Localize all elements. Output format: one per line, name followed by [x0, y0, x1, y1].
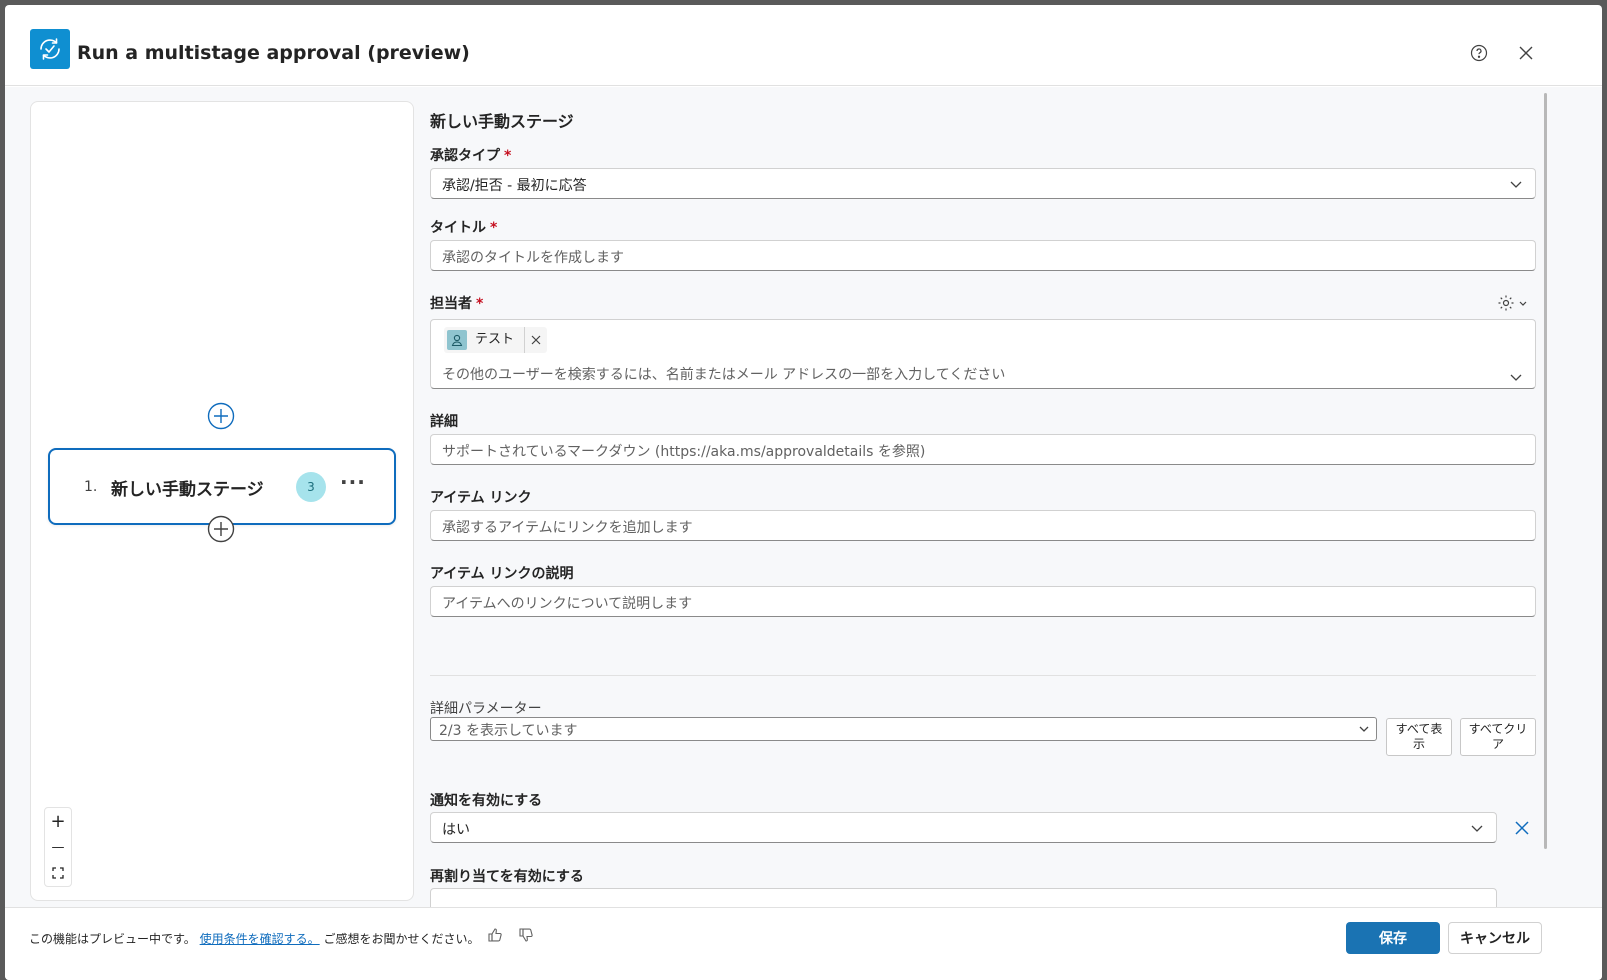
show-all-line2: 示: [1412, 737, 1425, 751]
question-circle-icon[interactable]: [1467, 41, 1491, 65]
show-all-line1: すべて表: [1395, 722, 1443, 736]
preview-notice: この機能はプレビュー中です。 使用条件を確認する。 ご感想をお聞かせください。: [29, 930, 480, 947]
stage-canvas: 1. 新しい手動ステージ 3 ··· + —: [30, 101, 414, 901]
scrollbar[interactable]: [1544, 93, 1547, 849]
chevron-down-icon: [1471, 825, 1483, 832]
stage-number: 1.: [84, 479, 98, 495]
zoom-in-button[interactable]: +: [45, 808, 71, 834]
remove-parameter-icon[interactable]: [1515, 820, 1529, 839]
notifications-select[interactable]: はい: [430, 812, 1497, 843]
approval-type-label: 承認タイプ *: [430, 148, 512, 164]
item-link-label: アイテム リンク: [430, 490, 532, 506]
user-icon: [447, 330, 467, 350]
notifications-label: 通知を有効にする: [430, 793, 543, 809]
details-label: 詳細: [430, 414, 458, 430]
chevron-down-icon: [1510, 374, 1522, 381]
notifications-value: はい: [442, 822, 470, 838]
details-input[interactable]: サポートされているマークダウン (https://aka.ms/approval…: [430, 434, 1536, 465]
stage-form: 新しい手動ステージ 承認タイプ * 承認/拒否 - 最初に応答 タイトル * 承認の…: [430, 87, 1550, 907]
clear-all-button[interactable]: すべてクリ ア: [1460, 718, 1536, 756]
add-stage-above-icon[interactable]: [207, 402, 235, 430]
chevron-down-icon: [1519, 301, 1527, 306]
advanced-parameters-value: 2/3 を表示しています: [439, 723, 578, 739]
chevron-down-icon: [1359, 726, 1369, 732]
form-section-title: 新しい手動ステージ: [430, 112, 574, 131]
approval-type-value: 承認/拒否 - 最初に応答: [442, 178, 587, 194]
advanced-parameters-select[interactable]: 2/3 を表示しています: [430, 717, 1377, 741]
reassignment-select[interactable]: [430, 888, 1497, 907]
approval-type-select[interactable]: 承認/拒否 - 最初に応答: [430, 168, 1536, 199]
stage-card[interactable]: 1. 新しい手動ステージ 3 ···: [48, 448, 396, 525]
cancel-button[interactable]: キャンセル: [1448, 922, 1542, 954]
advanced-parameters-label: 詳細パラメーター: [430, 701, 542, 717]
zoom-out-button[interactable]: —: [45, 834, 71, 860]
item-link-description-input[interactable]: アイテムへのリンクについて説明します: [430, 586, 1536, 617]
fit-view-icon[interactable]: [45, 860, 71, 886]
thumbs-down-icon[interactable]: [518, 927, 536, 945]
show-all-button[interactable]: すべて表 示: [1386, 718, 1452, 756]
title-label: タイトル *: [430, 220, 498, 236]
reassignment-label: 再割り当てを有効にする: [430, 869, 584, 885]
preview-text: この機能はプレビュー中です。: [29, 932, 196, 946]
more-options-icon[interactable]: ···: [340, 470, 366, 494]
close-icon[interactable]: [1514, 41, 1538, 65]
chevron-down-icon: [1510, 181, 1522, 188]
assignee-settings-button[interactable]: [1497, 294, 1528, 312]
approval-dialog: Run a multistage approval (preview) 1. 新…: [5, 5, 1602, 980]
assignee-label: 担当者 *: [430, 296, 484, 312]
thumbs-up-icon[interactable]: [487, 927, 505, 945]
assignee-chip: テスト: [444, 327, 548, 353]
dialog-header: Run a multistage approval (preview): [5, 5, 1602, 86]
item-link-description-label: アイテム リンクの説明: [430, 566, 574, 582]
title-input[interactable]: 承認のタイトルを作成します: [430, 240, 1536, 271]
assignee-picker[interactable]: テスト その他のユーザーを検索するには、名前またはメール アドレスの一部を入力し…: [430, 319, 1536, 389]
dialog-footer: この機能はプレビュー中です。 使用条件を確認する。 ご感想をお聞かせください。 …: [5, 907, 1602, 980]
item-link-input[interactable]: 承認するアイテムにリンクを追加します: [430, 510, 1536, 541]
gear-icon: [1498, 295, 1514, 311]
assignee-search-input[interactable]: その他のユーザーを検索するには、名前またはメール アドレスの一部を入力してくださ…: [442, 364, 1005, 384]
zoom-controls: + —: [44, 807, 72, 887]
stage-name: 新しい手動ステージ: [111, 480, 264, 500]
approval-app-icon: [30, 29, 70, 69]
divider: [430, 675, 1536, 676]
clear-all-line2: ア: [1491, 737, 1504, 751]
clear-all-line1: すべてクリ: [1468, 722, 1528, 736]
feedback-text: ご感想をお聞かせください。: [323, 932, 480, 946]
dialog-title: Run a multistage approval (preview): [77, 42, 470, 64]
stage-count-badge: 3: [296, 472, 326, 502]
dialog-body: 1. 新しい手動ステージ 3 ··· + — 新しい手動ステージ 承認タイプ * …: [5, 87, 1602, 907]
terms-link[interactable]: 使用条件を確認する。: [200, 932, 320, 946]
assignee-chip-name: テスト: [471, 327, 526, 353]
save-button[interactable]: 保存: [1346, 922, 1440, 954]
remove-assignee-icon[interactable]: [525, 335, 547, 345]
add-stage-below-icon[interactable]: [207, 515, 235, 543]
